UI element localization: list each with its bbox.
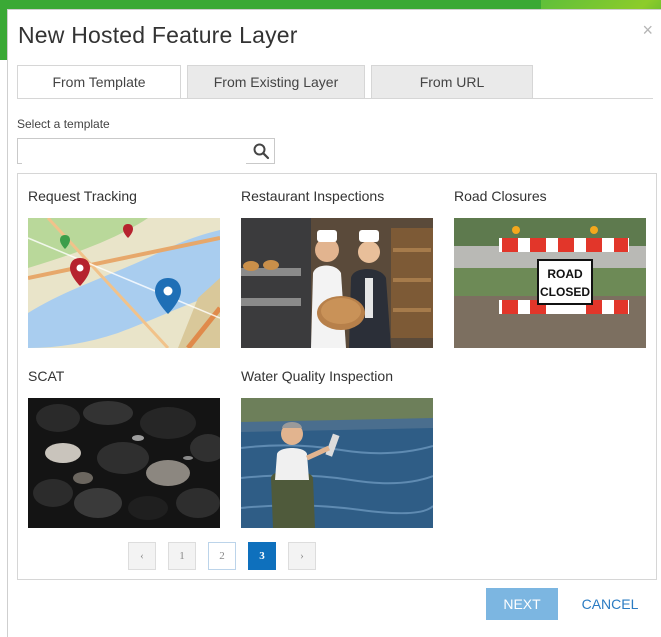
page-2-button[interactable]: 2 <box>208 542 236 570</box>
tab-bar: From Template From Existing Layer From U… <box>17 65 539 99</box>
road-sign-line1: ROAD <box>547 267 583 281</box>
template-name: Water Quality Inspection <box>241 368 393 384</box>
next-page-button[interactable]: › <box>288 542 316 570</box>
template-name: SCAT <box>28 368 65 384</box>
template-name: Request Tracking <box>28 188 137 204</box>
template-card-road-closures[interactable]: Road Closures ROAD CLOSED <box>454 188 646 348</box>
close-icon[interactable]: × <box>642 20 653 41</box>
select-template-label: Select a template <box>17 117 110 131</box>
tab-from-existing-layer[interactable]: From Existing Layer <box>187 65 365 98</box>
template-card-restaurant-inspections[interactable]: Restaurant Inspections <box>241 188 433 348</box>
tab-from-template[interactable]: From Template <box>17 65 181 99</box>
pagination: ‹ 1 2 3 › <box>128 542 328 570</box>
request-tracking-thumbnail[interactable] <box>28 218 220 348</box>
scat-thumbnail[interactable] <box>28 398 220 528</box>
template-card-request-tracking[interactable]: Request Tracking <box>28 188 220 348</box>
restaurant-inspections-thumbnail[interactable] <box>241 218 433 348</box>
prev-page-button[interactable]: ‹ <box>128 542 156 570</box>
water-quality-inspection-thumbnail[interactable] <box>241 398 433 528</box>
next-button[interactable]: NEXT <box>486 588 558 620</box>
road-closures-thumbnail[interactable]: ROAD CLOSED <box>454 218 646 348</box>
tab-divider <box>17 98 653 99</box>
page-3-button[interactable]: 3 <box>248 542 276 570</box>
search-icon[interactable] <box>252 142 270 160</box>
template-name: Restaurant Inspections <box>241 188 385 204</box>
template-gallery: Request Tracking Restaurant Inspections … <box>17 173 657 580</box>
search-input[interactable] <box>22 140 246 164</box>
tab-from-url[interactable]: From URL <box>371 65 533 98</box>
dialog-title: New Hosted Feature Layer <box>18 22 298 48</box>
page-1-button[interactable]: 1 <box>168 542 196 570</box>
template-name: Road Closures <box>454 188 547 204</box>
cancel-button[interactable]: CANCEL <box>574 588 646 620</box>
road-sign-line2: CLOSED <box>540 285 590 299</box>
template-card-water-quality-inspection[interactable]: Water Quality Inspection <box>241 368 433 528</box>
new-hosted-feature-layer-dialog: New Hosted Feature Layer × From Template… <box>7 9 661 637</box>
template-card-scat[interactable]: SCAT <box>28 368 220 528</box>
template-search <box>17 138 275 164</box>
